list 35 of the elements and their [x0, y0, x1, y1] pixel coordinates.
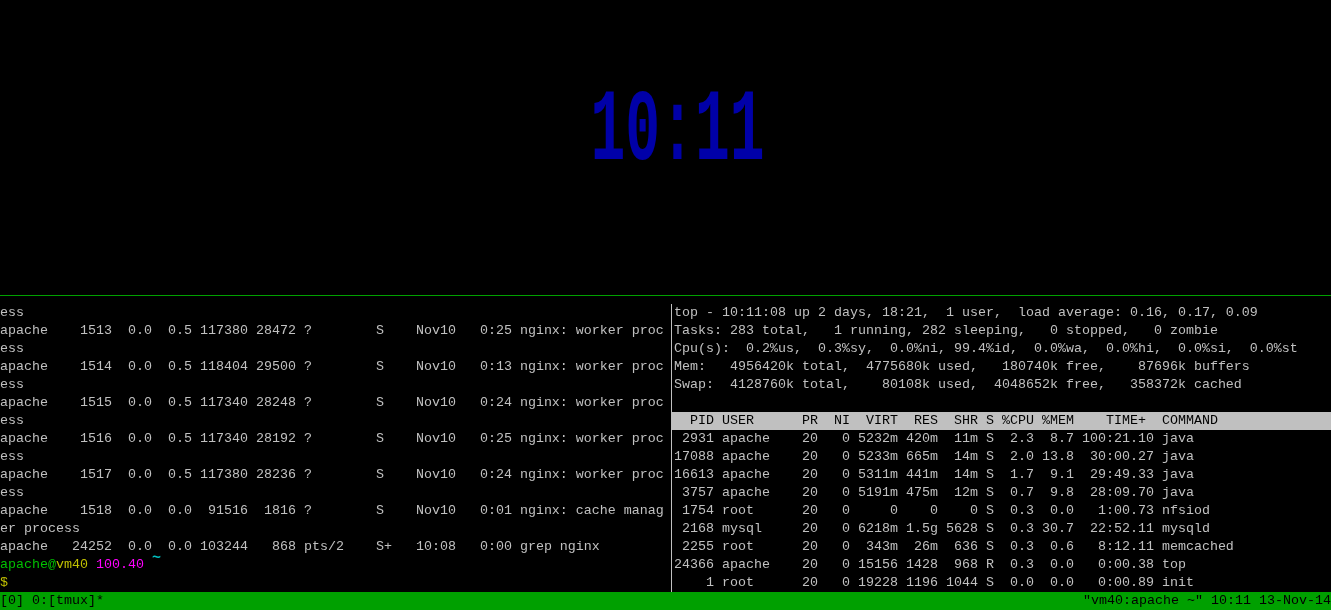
- column-header-row: PID USER PR NI VIRT RES SHR S %CPU %MEM TIME+ COMMAND: [672, 412, 1331, 430]
- process-row-text: 17088 apache 20 0 5233m 665m 14m S 2.0 13.8 30:00.27 java: [674, 448, 1195, 466]
- terminal-line: Mem: 4956420k total, 4775680k used, 180740k free, 87696k buffers: [674, 358, 1251, 376]
- terminal-line: ess: [0, 340, 25, 358]
- prompt-text: vm40: [56, 556, 88, 574]
- process-row-text: 3757 apache 20 0 5191m 475m 12m S 0.7 9.8 28:09.70 java: [681, 484, 1195, 502]
- clock-display: 10:11: [590, 82, 765, 184]
- process-row-text: 1 root 20 0 19228 1196 1044 S 0.0 0.0 0:00.89 init: [705, 574, 1195, 592]
- terminal-line: ess: [0, 376, 25, 394]
- terminal-line: apache 1518 0.0 0.0 91516 1816 ? S Nov10 0:01 nginx: cache manag: [0, 502, 665, 520]
- terminal-line: apache 1515 0.0 0.5 117340 28248 ? S Nov10 0:24 nginx: worker proc: [0, 394, 665, 412]
- process-row-text: 24366 apache 20 0 15156 1428 968 R 0.3 0.0 0:00.38 top: [674, 556, 1187, 574]
- terminal-line: Swap: 4128760k total, 80108k used, 4048652k free, 358372k cached: [674, 376, 1243, 394]
- prompt-path: 100.40: [96, 556, 144, 574]
- terminal-line: Cpu(s): 0.2%us, 0.3%sy, 0.0%ni, 99.4%id, 0.0%wa, 0.0%hi, 0.0%si, 0.0%st: [674, 340, 1299, 358]
- prompt-text: apache@: [0, 556, 56, 574]
- terminal-line: apache 1513 0.0 0.5 117380 28472 ? S Nov10 0:25 nginx: worker proc: [0, 322, 665, 340]
- terminal-line: ess: [0, 412, 25, 430]
- terminal-line: top - 10:11:08 up 2 days, 18:21, 1 user, load average: 0.16, 0.17, 0.09: [674, 304, 1259, 322]
- terminal-line: ess: [0, 304, 25, 322]
- process-row-text: 16613 apache 20 0 5311m 441m 14m S 1.7 9.1 29:49.33 java: [674, 466, 1195, 484]
- prompt-symbol: $: [0, 575, 8, 590]
- process-row-text: 1754 root 20 0 0 0 0 S 0.3 0.0 1:00.73 nfsiod: [681, 502, 1211, 520]
- terminal-line: apache 1514 0.0 0.5 118404 29500 ? S Nov10 0:13 nginx: worker proc: [0, 358, 665, 376]
- terminal-line: Tasks: 283 total, 1 running, 282 sleeping, 0 stopped, 0 zombie: [674, 322, 1219, 340]
- terminal-line: ess: [0, 448, 25, 466]
- process-row-text: 2931 apache 20 0 5232m 420m 11m S 2.3 8.7 100:21.10 java: [681, 430, 1195, 448]
- terminal-line: er process: [0, 520, 81, 538]
- process-row-text: 2168 mysql 20 0 6218m 1.5g 5628 S 0.3 30.7 22:52.11 mysqld: [681, 520, 1211, 538]
- terminal-line: apache 1516 0.0 0.5 117340 28192 ? S Nov10 0:25 nginx: worker proc: [0, 430, 665, 448]
- terminal-line: apache 1517 0.0 0.5 117380 28236 ? S Nov10 0:24 nginx: worker proc: [0, 466, 665, 484]
- terminal-line: ess: [0, 484, 25, 502]
- status-info: "vm40:apache ~" 10:11 13-Nov-14: [1083, 592, 1331, 610]
- window-list[interactable]: [0] 0:[tmux]*: [0, 592, 104, 610]
- process-row-text: 2255 root 20 0 343m 26m 636 S 0.3 0.6 8:12.11 memcached: [681, 538, 1235, 556]
